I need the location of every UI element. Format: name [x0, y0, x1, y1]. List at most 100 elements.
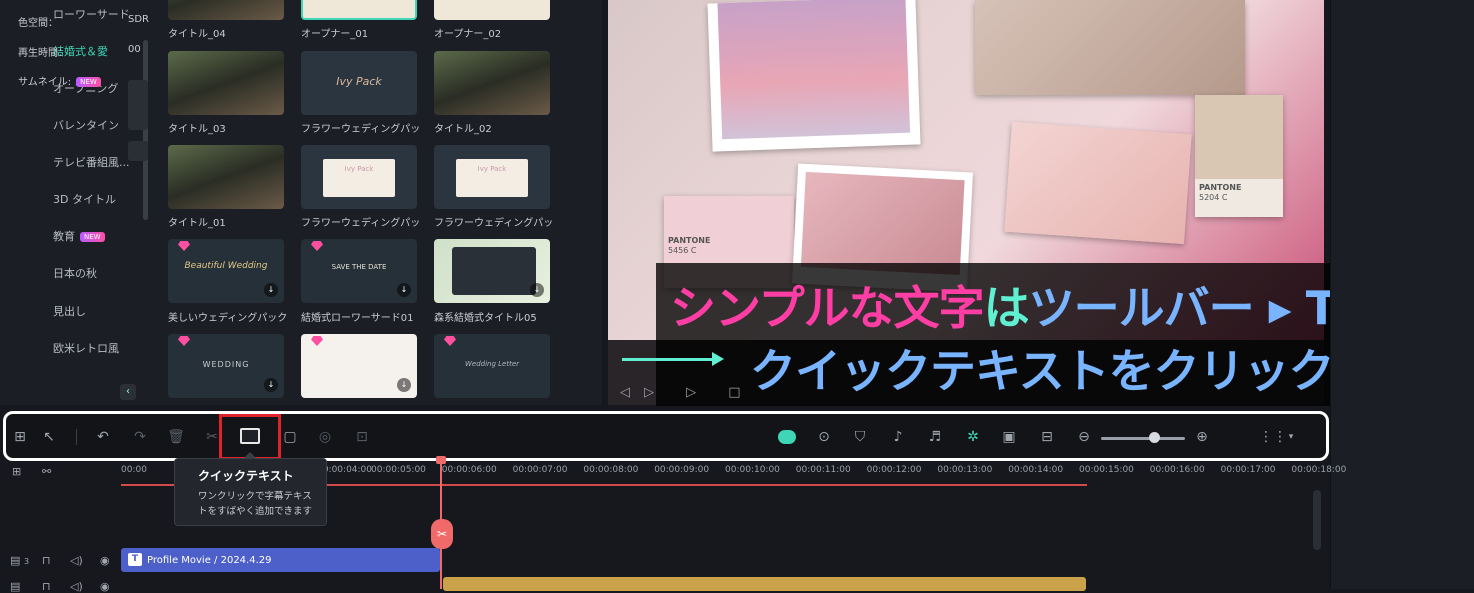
- pip-icon[interactable]: ▣: [1000, 428, 1018, 446]
- thumb-text: Ivy Pack: [336, 75, 382, 88]
- template-thumb[interactable]: Ivy Pack: [434, 145, 550, 209]
- add-track-icon[interactable]: ⊞: [12, 465, 21, 478]
- arrow-line: [622, 358, 712, 361]
- template-label: 美しいウェディングパック タ...: [168, 313, 288, 324]
- ruler-tick-label: 00:00:13:00: [937, 465, 993, 475]
- scissors-icon[interactable]: ✂: [431, 519, 453, 549]
- download-icon[interactable]: ↓: [264, 283, 278, 297]
- ruler-tick-label: 00:00:14:00: [1008, 465, 1064, 475]
- category-3d-title[interactable]: 3D タイトル: [53, 191, 116, 207]
- download-icon[interactable]: ↓: [397, 283, 411, 297]
- tooltip-pointer: [244, 452, 256, 458]
- thumb-text: Beautiful Wedding: [184, 261, 268, 271]
- playback-controls[interactable]: ◁▷ ▷ □: [620, 385, 755, 400]
- category-retro[interactable]: 欧米レトロ風: [53, 340, 119, 356]
- pantone-card: PANTONE 5204 C: [1195, 95, 1283, 217]
- speaker-icon[interactable]: ◁): [70, 554, 83, 567]
- undo-icon[interactable]: ↶: [94, 428, 112, 446]
- lock-icon[interactable]: ⊓: [42, 580, 51, 593]
- premium-gem-icon: [311, 336, 323, 346]
- template-thumb[interactable]: Ivy Pack: [301, 145, 417, 209]
- category-education[interactable]: 教育 NEW: [53, 228, 105, 244]
- split-screen-icon[interactable]: ⊟: [1038, 428, 1056, 446]
- thumb-text: WEDDING: [202, 360, 250, 369]
- template-thumb[interactable]: WEDDING ↓: [168, 334, 284, 398]
- text-replace-icon[interactable]: ⊡: [353, 428, 371, 446]
- layout-icon[interactable]: ⋮⋮: [1259, 428, 1287, 446]
- template-label: オープナー_01: [301, 29, 369, 40]
- zoom-out-icon[interactable]: ⊖: [1075, 428, 1093, 446]
- template-thumb[interactable]: Beautiful Wedding ↓: [168, 239, 284, 303]
- template-thumb[interactable]: Ivy Pack: [301, 51, 417, 115]
- category-education-label: 教育: [53, 230, 75, 243]
- ruler-tick-label: 00:00:05:00: [371, 465, 426, 475]
- audio-clip-icon[interactable]: ♬: [926, 428, 944, 446]
- ruler-tick-label: 00:00:11:00: [795, 465, 851, 475]
- caption-line-1: シンプルな文字はツールバー ▸ T: [670, 272, 1337, 338]
- chevron-left-icon[interactable]: ‹: [120, 384, 136, 400]
- color-palette-icon[interactable]: ◎: [316, 428, 334, 446]
- thumb-text: Ivy Pack: [477, 165, 507, 173]
- template-thumb[interactable]: Wedding Letter: [434, 334, 550, 398]
- category-autumn[interactable]: 日本の秋: [53, 265, 97, 281]
- duration-value: 00: [128, 44, 141, 55]
- preview-photo-sunset: [707, 0, 921, 152]
- download-icon[interactable]: ↓: [397, 378, 411, 392]
- premium-gem-icon: [178, 241, 190, 251]
- speaker-icon[interactable]: ◁): [70, 580, 83, 593]
- ai-icon[interactable]: ✲: [964, 428, 982, 446]
- grid-icon[interactable]: ⊞: [11, 428, 29, 446]
- preview-photo-hand: [975, 0, 1245, 95]
- marker-icon[interactable]: ⛉: [851, 428, 869, 446]
- download-icon[interactable]: ↓: [264, 378, 278, 392]
- zoom-slider[interactable]: [1101, 437, 1185, 440]
- playback-icon[interactable]: ⊙: [815, 428, 833, 446]
- zoom-slider-knob[interactable]: [1149, 432, 1160, 443]
- template-thumb[interactable]: [434, 51, 550, 115]
- record-icon[interactable]: [778, 430, 796, 444]
- ruler-tick-label: 00:00: [121, 465, 147, 475]
- template-thumb[interactable]: [168, 0, 284, 20]
- category-headline[interactable]: 見出し: [53, 303, 86, 319]
- premium-gem-icon: [311, 241, 323, 251]
- color-space-label: 色空間：: [18, 18, 58, 29]
- ruler-tick-label: 00:00:15:00: [1079, 465, 1134, 475]
- template-thumb[interactable]: [168, 145, 284, 209]
- crop-icon[interactable]: ▢: [281, 428, 299, 446]
- caption-teal: は: [983, 281, 1030, 335]
- template-thumb[interactable]: [168, 51, 284, 115]
- sidebar-scrollbar[interactable]: [143, 40, 148, 220]
- template-label: フラワーウェディングパック ...: [434, 218, 554, 229]
- category-tv-show[interactable]: テレビ番組風...: [53, 154, 130, 170]
- delete-icon[interactable]: 🗑: [167, 428, 185, 446]
- title-clip-label: Profile Movie / 2024.4.29: [147, 555, 272, 566]
- quick-text-icon[interactable]: [240, 428, 260, 444]
- template-thumb[interactable]: [434, 0, 550, 20]
- eye-icon[interactable]: ◉: [100, 554, 110, 567]
- microphone-icon[interactable]: ♪: [889, 428, 907, 446]
- template-thumb[interactable]: ↓: [434, 239, 550, 303]
- redo-icon[interactable]: ↷: [131, 428, 149, 446]
- template-thumb[interactable]: SAVE THE DATE ↓: [301, 239, 417, 303]
- timeline-scrollbar[interactable]: [1313, 490, 1321, 550]
- thumbnail-box[interactable]: [128, 80, 148, 130]
- template-label: タイトル_03: [168, 124, 226, 135]
- link-icon[interactable]: ⚯: [42, 465, 51, 478]
- template-label: 森系結婚式タイトル05: [434, 313, 537, 324]
- category-valentine[interactable]: バレンタイン: [53, 117, 119, 133]
- chevron-down-icon[interactable]: ▾: [1282, 428, 1300, 446]
- thumbnail-text: サムネイル:: [18, 77, 72, 88]
- zoom-in-icon[interactable]: ⊕: [1193, 428, 1211, 446]
- select-cursor-icon[interactable]: ↖: [40, 428, 58, 446]
- template-thumb[interactable]: ↓: [301, 334, 417, 398]
- thumb-text: SAVE THE DATE: [331, 263, 387, 271]
- track-video-icon: ▤: [10, 580, 21, 593]
- lock-icon[interactable]: ⊓: [42, 554, 51, 567]
- template-thumb[interactable]: [301, 0, 417, 20]
- new-badge: NEW: [80, 232, 105, 242]
- eye-icon[interactable]: ◉: [100, 580, 110, 593]
- category-lower-third[interactable]: ローワーサード: [53, 6, 130, 22]
- thumbnail-button[interactable]: [128, 141, 148, 161]
- download-icon[interactable]: ↓: [530, 283, 544, 297]
- duration-label: 再生時間：: [18, 48, 68, 59]
